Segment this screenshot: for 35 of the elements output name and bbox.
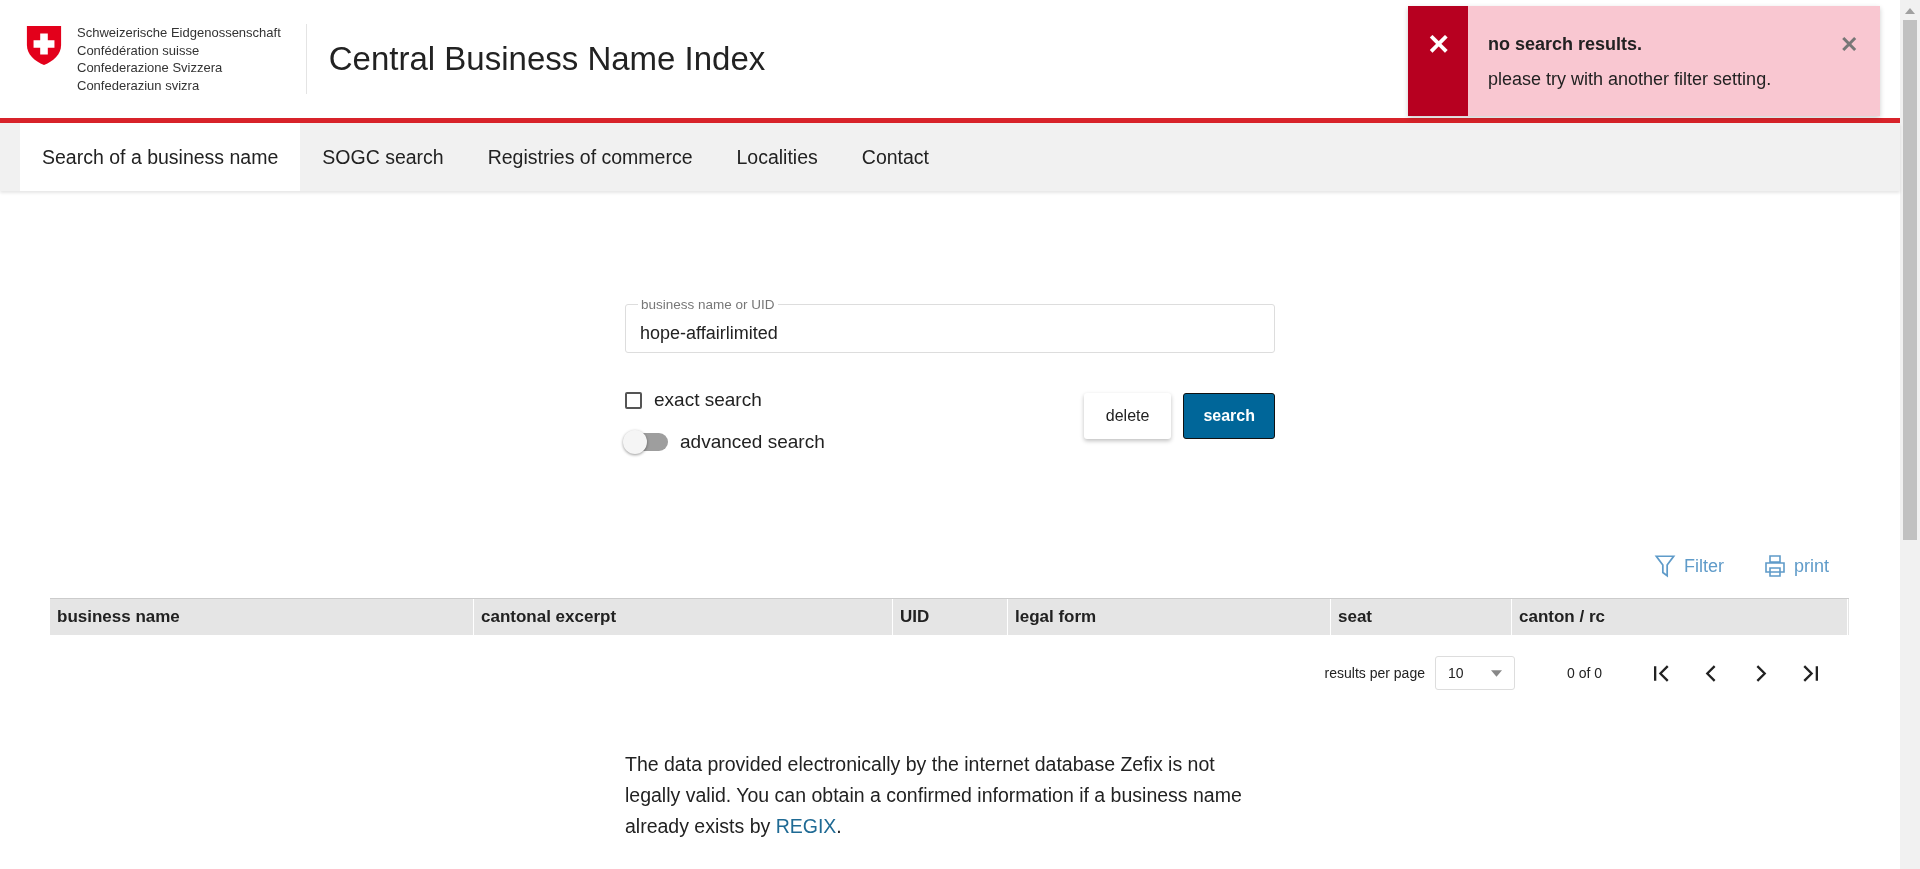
nav-tab[interactable]: Registries of commerce bbox=[465, 123, 715, 191]
per-page-select[interactable]: 10 bbox=[1434, 656, 1515, 690]
nav-tab[interactable]: SOGC search bbox=[300, 123, 466, 191]
nav-tab[interactable]: Contact bbox=[839, 123, 951, 191]
column-header[interactable]: canton / rc bbox=[1512, 599, 1848, 635]
nav-tab[interactable]: Search of a business name bbox=[20, 123, 301, 191]
disclaimer-text: The data provided electronically by the internet database Zefix is not legally valid. You can obtain a confirmed information if a business name already exists by REGIX. bbox=[625, 752, 1243, 839]
delete-button[interactable]: delete bbox=[1083, 393, 1172, 439]
column-header[interactable]: seat bbox=[1331, 599, 1512, 635]
site-title: Central Business Name Index bbox=[328, 40, 766, 78]
toggle-switch[interactable] bbox=[625, 433, 668, 451]
confederation-name: Schweizerische Eidgenossenschaft bbox=[77, 24, 281, 42]
nav-tab[interactable]: Localities bbox=[714, 123, 840, 191]
error-icon: ✕ bbox=[1426, 28, 1450, 62]
column-header[interactable]: business name bbox=[50, 599, 474, 635]
confederation-name: Confederaziun svizra bbox=[77, 76, 201, 94]
column-header[interactable]: legal form bbox=[1008, 599, 1331, 635]
column-header[interactable]: cantonal excerpt bbox=[474, 599, 893, 635]
confederation-name: Confederazione Svizzera bbox=[77, 59, 224, 77]
page-range: 0 of 0 bbox=[1566, 665, 1602, 681]
confederation-name: Confédération suisse bbox=[77, 41, 201, 59]
per-page-label: results per page bbox=[1324, 665, 1425, 681]
toast-message: please try with another filter setting. bbox=[1488, 69, 1773, 90]
column-header[interactable]: UID bbox=[893, 599, 1008, 635]
checkbox[interactable] bbox=[625, 391, 642, 409]
scrollbar[interactable] bbox=[1900, 0, 1920, 869]
checkbox-label: exact search bbox=[654, 389, 762, 411]
caret-icon bbox=[1490, 669, 1502, 677]
toggle-label: advanced search bbox=[680, 431, 825, 453]
search-button[interactable]: search bbox=[1183, 393, 1275, 439]
swiss-shield-icon bbox=[25, 24, 63, 66]
filter-icon bbox=[1654, 553, 1676, 579]
toast-title: no search results. bbox=[1488, 34, 1644, 55]
print-icon bbox=[1764, 553, 1786, 579]
regix-link[interactable]: REGIX bbox=[775, 815, 837, 837]
